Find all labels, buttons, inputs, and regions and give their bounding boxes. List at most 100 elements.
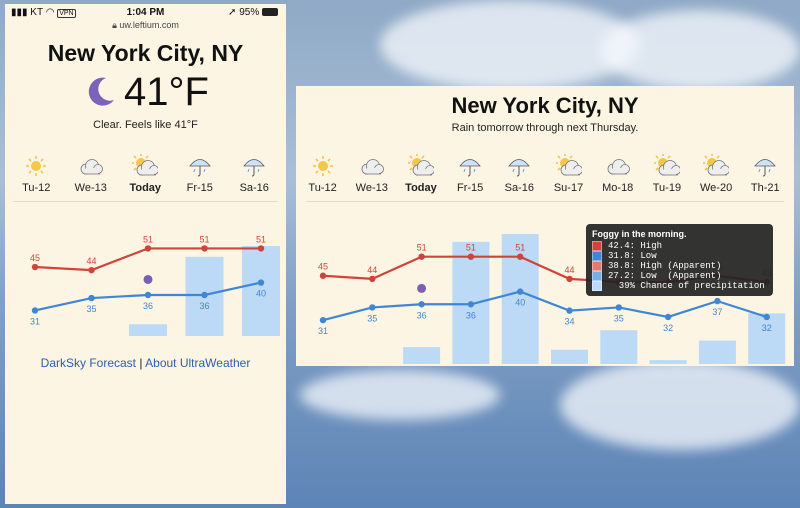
day-label: Mo-18: [602, 182, 634, 194]
day-label: Tu-12: [308, 182, 337, 194]
day-icon-wrap: [173, 152, 228, 178]
background-cloud: [560, 360, 800, 450]
divider: [306, 201, 784, 202]
current-temp-marker: [417, 283, 427, 293]
umbrella-icon: [188, 159, 211, 177]
day-mo-18[interactable]: Mo-18: [593, 152, 642, 194]
day-fr-15[interactable]: Fr-15: [173, 152, 228, 194]
day-label: Fr-15: [186, 182, 213, 194]
low-temp-label: 31: [30, 316, 40, 326]
low-temp-label: 37: [712, 307, 722, 317]
precip-bar: [748, 313, 786, 364]
tooltip-swatch: [592, 261, 602, 271]
high-temp-point: [31, 263, 39, 271]
tooltip-swatch: [592, 251, 602, 261]
day-label: Tu-12: [22, 182, 51, 194]
precip-bar: [600, 330, 638, 364]
footer-links: DarkSky Forecast | About UltraWeather: [5, 356, 286, 370]
tooltip-row: 31.8: Low: [586, 251, 773, 261]
high-temp-point: [257, 245, 265, 252]
umbrella-icon: [459, 159, 481, 177]
sun-icon: [312, 156, 333, 176]
tooltip-text: 27.2: Low (Apparent): [608, 271, 722, 281]
day-th-21[interactable]: Th-21: [741, 152, 790, 194]
day-sa-16[interactable]: Sa-16: [495, 152, 544, 194]
low-temp-label: 36: [143, 301, 153, 311]
city-title: New York City, NY: [451, 93, 639, 118]
day-icon-wrap: [446, 152, 495, 178]
low-temp-point: [88, 294, 95, 302]
day-icon-wrap: [495, 152, 544, 178]
high-temp-label: 51: [466, 243, 476, 253]
tooltip-swatch: [592, 271, 602, 281]
low-temp-point: [517, 288, 524, 295]
tooltip-text: 38.8: High (Apparent): [608, 261, 722, 271]
day-today[interactable]: Today: [118, 152, 173, 194]
tooltip-swatch: [592, 281, 602, 291]
high-temp-label: 51: [515, 243, 525, 253]
low-temp-label: 35: [367, 313, 377, 323]
day-sa-16[interactable]: Sa-16: [227, 152, 282, 194]
day-label: Sa-16: [239, 182, 269, 194]
precip-bar: [698, 340, 736, 364]
high-temp-point: [517, 253, 524, 260]
day-we-20[interactable]: We-20: [692, 152, 741, 194]
battery-percent: 95%: [239, 7, 260, 18]
low-temp-point: [144, 291, 152, 299]
about-ultraweather-link[interactable]: About UltraWeather: [145, 356, 250, 370]
day-we-13[interactable]: We-13: [64, 152, 119, 194]
daily-forecast-row: Tu-12 We-13 Today Fr-15 Sa-16 Su-17 Mo-18 Tu-19…: [298, 152, 790, 194]
high-temp-point: [201, 245, 208, 252]
high-temp-label: 51: [143, 234, 153, 244]
sun-icon: [26, 156, 47, 176]
umbrella-icon: [754, 159, 777, 177]
high-temp-point: [467, 253, 475, 260]
daily-forecast-row: Tu-12 We-13 Today Fr-15 Sa-16: [9, 152, 282, 194]
day-we-13[interactable]: We-13: [347, 152, 396, 194]
day-fr-15[interactable]: Fr-15: [446, 152, 495, 194]
low-temp-label: 35: [86, 304, 96, 314]
background-cloud: [300, 370, 500, 420]
precip-bar: [403, 347, 441, 364]
day-icon-wrap: [118, 152, 173, 178]
tooltip-text: 39% Chance of precipitation: [608, 281, 765, 291]
day-label: Today: [405, 182, 437, 194]
tooltip-row: 27.2: Low (Apparent): [586, 271, 773, 281]
tooltip-row: 39% Chance of precipitation: [586, 281, 773, 291]
partly-cloudy-icon: [132, 154, 159, 176]
day-label: Sa-16: [504, 182, 535, 194]
current-description: Clear. Feels like 41°F: [93, 119, 198, 131]
high-temp-label: 51: [256, 234, 266, 244]
day-tu-12[interactable]: Tu-12: [298, 152, 347, 194]
divider: [13, 201, 278, 202]
cloud-icon: [80, 159, 103, 175]
high-temp-label: 51: [199, 234, 209, 244]
footer-separator: |: [139, 356, 143, 370]
partly-cloudy-icon: [555, 154, 582, 176]
low-temp-point: [615, 304, 622, 311]
low-temp-label: 36: [199, 301, 209, 311]
low-temp-point: [664, 313, 672, 321]
day-su-17[interactable]: Su-17: [544, 152, 593, 194]
low-temp-label: 34: [564, 317, 574, 327]
low-temp-point: [201, 291, 208, 299]
day-tu-12[interactable]: Tu-12: [9, 152, 64, 194]
high-temp-line: [34, 247, 261, 272]
low-temp-point: [467, 301, 475, 308]
low-temp-label: 32: [663, 323, 673, 333]
day-tu-19[interactable]: Tu-19: [642, 152, 691, 194]
high-temp-point: [369, 275, 376, 283]
low-temp-point: [257, 279, 265, 286]
battery-indicator: ➚ 95%: [228, 7, 278, 18]
forecast-summary: Rain tomorrow through next Thursday.: [451, 122, 639, 134]
darksky-forecast-link[interactable]: DarkSky Forecast: [41, 356, 136, 370]
high-temp-label: 44: [367, 265, 377, 275]
high-temp-label: 45: [30, 253, 40, 263]
low-temp-point: [319, 316, 327, 324]
low-temp-label: 40: [515, 298, 525, 308]
status-bar: ▮▮▮ KT ◠ VPN 1:04 PM ➚ 95%: [5, 4, 286, 22]
city-title: New York City, NY: [47, 40, 244, 66]
day-today[interactable]: Today: [396, 152, 445, 194]
battery-icon: [262, 8, 278, 17]
high-temp-label: 44: [564, 265, 574, 275]
